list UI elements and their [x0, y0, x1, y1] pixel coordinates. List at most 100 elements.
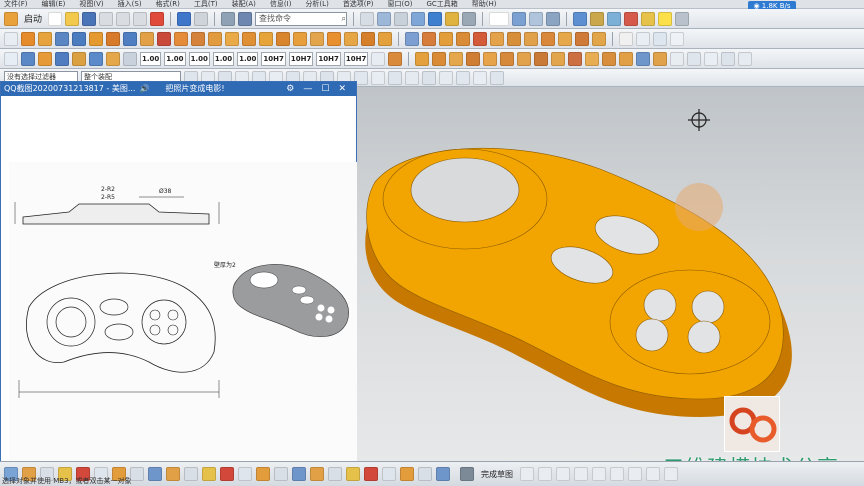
view-orient-icon[interactable] [512, 11, 527, 26]
bottom-icon-10[interactable] [166, 467, 180, 481]
pmi-icon-8[interactable] [123, 51, 137, 66]
finish-sketch-button[interactable]: 完成草图 [481, 469, 513, 480]
finish-sketch-icon[interactable] [460, 467, 474, 481]
pmi-icon-5[interactable] [72, 51, 86, 66]
command-search-input[interactable]: 查找命令 ⌕ [255, 11, 348, 26]
groove-icon[interactable] [140, 31, 154, 46]
pmi-icon-6[interactable] [89, 51, 103, 66]
bottom-icon-24[interactable] [418, 467, 432, 481]
rotate-view-icon[interactable] [411, 11, 426, 26]
circle-icon[interactable] [574, 467, 588, 481]
analysis-icon[interactable] [607, 11, 622, 26]
precision-button-3[interactable]: 1.00 [188, 51, 210, 66]
paste-icon[interactable] [133, 11, 148, 26]
snap-icon-15[interactable] [422, 70, 436, 85]
sync-label-icon[interactable] [592, 31, 606, 46]
sync-offset-icon[interactable] [439, 31, 453, 46]
boss-icon[interactable] [72, 31, 86, 46]
sync-copy-icon[interactable] [507, 31, 521, 46]
bottom-icon-8[interactable] [130, 467, 144, 481]
surface-icon-7[interactable] [517, 51, 532, 66]
bottom-icon-19[interactable] [328, 467, 342, 481]
surface-icon-17[interactable] [687, 51, 702, 66]
image-viewer-titlebar[interactable]: QQ截图20200731213817 - 美图... 🔊 把照片变成电影! ⚙ … [1, 82, 356, 96]
sync-pull-face-icon[interactable] [422, 31, 436, 46]
surface-icon-18[interactable] [704, 51, 719, 66]
datum-plane-icon[interactable] [619, 31, 633, 46]
bottom-icon-21[interactable] [364, 467, 378, 481]
snap-icon-13[interactable] [388, 70, 402, 85]
snap-icon-14[interactable] [405, 70, 419, 85]
fillet-icon[interactable] [592, 467, 606, 481]
bottom-icon-16[interactable] [274, 467, 288, 481]
subtract-icon[interactable] [191, 31, 205, 46]
spline-icon[interactable] [664, 467, 678, 481]
point-icon[interactable] [670, 31, 684, 46]
datum-axis-icon[interactable] [636, 31, 650, 46]
precision-button-5[interactable]: 1.00 [237, 51, 259, 66]
pmi-icon-2[interactable] [21, 51, 35, 66]
surface-icon-20[interactable] [738, 51, 753, 66]
shell-icon[interactable] [259, 31, 273, 46]
surface-icon-6[interactable] [500, 51, 515, 66]
bottom-icon-22[interactable] [382, 467, 396, 481]
background-icon[interactable] [489, 11, 510, 26]
rib-icon[interactable] [157, 31, 171, 46]
pmi-icon-3[interactable] [38, 51, 52, 66]
measure-icon[interactable] [590, 11, 605, 26]
surface-icon-15[interactable] [653, 51, 668, 66]
pmi-icon-7[interactable] [106, 51, 120, 66]
bottom-icon-18[interactable] [310, 467, 324, 481]
sync-resize-icon[interactable] [490, 31, 504, 46]
bottom-icon-11[interactable] [184, 467, 198, 481]
surface-icon-2[interactable] [432, 51, 447, 66]
sync-mirror-icon[interactable] [541, 31, 555, 46]
open-folder-icon[interactable] [65, 11, 80, 26]
snap-icon-19[interactable] [490, 70, 504, 85]
thicken-icon[interactable] [378, 31, 392, 46]
datum-csys-icon[interactable] [653, 31, 667, 46]
menu-info[interactable]: 信息(I) [270, 0, 292, 8]
pmi-icon-1[interactable] [4, 51, 18, 66]
tolerance-button-3[interactable]: 10H7 [316, 51, 341, 66]
cut-icon[interactable] [99, 11, 114, 26]
draft-icon[interactable] [276, 31, 290, 46]
menu-window[interactable]: 窗口(O) [388, 0, 413, 8]
save-icon[interactable] [82, 11, 97, 26]
command-finder-icon[interactable] [238, 11, 253, 26]
image-viewer-promo[interactable]: 把照片变成电影! [165, 82, 224, 96]
image-viewer-window[interactable]: QQ截图20200731213817 - 美图... 🔊 把照片变成电影! ⚙ … [0, 81, 357, 480]
snap-point-icon[interactable] [360, 11, 375, 26]
profile-icon[interactable] [520, 467, 534, 481]
menu-insert[interactable]: 插入(S) [118, 0, 142, 8]
precision-button-4[interactable]: 1.00 [212, 51, 235, 66]
copy-icon[interactable] [116, 11, 131, 26]
surface-icon-9[interactable] [551, 51, 566, 66]
start-menu-button[interactable]: 启动 [24, 12, 42, 25]
surface-icon-4[interactable] [466, 51, 481, 66]
close-icon[interactable]: ✕ [338, 82, 346, 96]
split-body-icon[interactable] [344, 31, 358, 46]
pmi-icon-4[interactable] [55, 51, 69, 66]
wireframe-icon[interactable] [445, 11, 460, 26]
bottom-icon-12[interactable] [202, 467, 216, 481]
camera-icon[interactable] [546, 11, 561, 26]
curve-analysis-icon[interactable] [624, 11, 639, 26]
intersect-icon[interactable] [208, 31, 222, 46]
pattern-icon[interactable] [293, 31, 307, 46]
highlight-icon[interactable] [658, 11, 673, 26]
maximize-icon[interactable]: ☐ [321, 82, 329, 96]
pmi-icon-9[interactable] [371, 51, 386, 66]
tolerance-button-4[interactable]: 10H7 [343, 51, 369, 66]
section-view-icon[interactable] [529, 11, 544, 26]
menu-help[interactable]: 帮助(H) [472, 0, 497, 8]
sync-move-face-icon[interactable] [405, 31, 419, 46]
surface-icon-1[interactable] [415, 51, 430, 66]
unite-icon[interactable] [174, 31, 188, 46]
repeat-command-icon[interactable] [221, 11, 236, 26]
fit-view-icon[interactable] [377, 11, 392, 26]
sync-pattern-icon[interactable] [558, 31, 572, 46]
tolerance-button-1[interactable]: 10H7 [261, 51, 286, 66]
bottom-icon-17[interactable] [292, 467, 306, 481]
extrude-icon[interactable] [21, 31, 35, 46]
